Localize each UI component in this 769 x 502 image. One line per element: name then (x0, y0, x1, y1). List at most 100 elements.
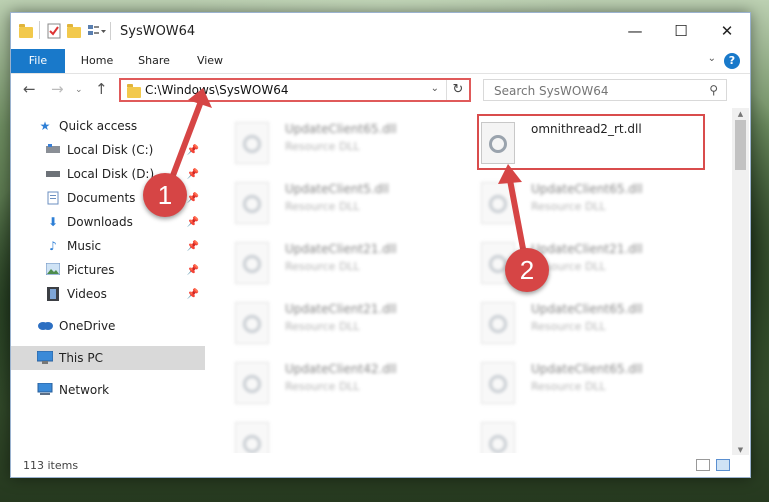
dll-file-icon (481, 182, 515, 224)
address-bar[interactable]: C:\Windows\SysWOW64 ⌄ ↻ (119, 78, 471, 102)
file-name: UpdateClient65.dll (531, 182, 643, 196)
computer-icon (36, 350, 54, 365)
tab-file[interactable]: File (11, 49, 65, 73)
file-name: UpdateClient65.dll (531, 362, 643, 376)
file-type: Resource DLL (531, 380, 606, 393)
sidebar-item-local-disk-c[interactable]: Local Disk (C:) 📌 (11, 138, 205, 162)
file-type: Resource DLL (285, 320, 360, 333)
up-button[interactable]: ↑ (95, 80, 108, 98)
tab-home[interactable]: Home (73, 49, 121, 73)
list-item[interactable]: UpdateClient65.dll Resource DLL (469, 356, 689, 414)
network-icon (37, 382, 53, 397)
search-input[interactable] (492, 83, 696, 99)
callout-badge-1: 1 (143, 173, 187, 217)
file-list: UpdateClient65.dll Resource DLL omnithre… (215, 108, 722, 453)
ribbon-tabs: File Home Share View ⌄ ? (11, 49, 750, 74)
sidebar-item-label: Quick access (59, 119, 138, 133)
list-item[interactable]: UpdateClient5.dll Resource DLL (223, 176, 443, 234)
scroll-up-icon[interactable]: ▲ (732, 108, 749, 120)
tab-view[interactable]: View (187, 49, 233, 73)
list-item[interactable] (469, 416, 689, 453)
file-name: UpdateClient42.dll (285, 362, 397, 376)
scrollbar-thumb[interactable] (735, 120, 746, 170)
chevron-down-icon[interactable]: ⌄ (708, 53, 716, 64)
file-name: UpdateClient65.dll (531, 302, 643, 316)
title-bar: SysWOW64 — ☐ ✕ (11, 13, 750, 49)
sidebar-item-label: Documents (67, 191, 136, 205)
properties-icon[interactable] (47, 23, 63, 39)
pin-icon[interactable]: 📌 (187, 193, 199, 204)
new-folder-icon[interactable] (67, 23, 83, 39)
back-button[interactable]: ← (23, 80, 36, 98)
title-divider (110, 22, 111, 40)
pin-icon[interactable]: 📌 (187, 169, 199, 180)
search-icon[interactable]: ⚲ (709, 83, 718, 97)
list-item[interactable]: UpdateClient65.dll Resource DLL (469, 176, 689, 234)
pin-icon[interactable]: 📌 (187, 289, 199, 300)
callout-badge-2: 2 (505, 248, 549, 292)
pin-icon[interactable]: 📌 (187, 217, 199, 228)
sidebar-item-this-pc[interactable]: This PC (11, 346, 205, 370)
minimize-button[interactable]: — (612, 13, 658, 49)
file-name: UpdateClient21.dll (285, 302, 397, 316)
sidebar-item-videos[interactable]: Videos 📌 (11, 282, 205, 306)
navigation-pane: ★ Quick access Local Disk (C:) 📌 Local D… (11, 108, 207, 456)
list-item[interactable]: UpdateClient65.dll Resource DLL (223, 116, 443, 174)
search-box[interactable]: ⚲ (483, 79, 727, 101)
file-name: UpdateClient65.dll (285, 122, 397, 136)
file-type: Resource DLL (531, 200, 606, 213)
list-item[interactable]: UpdateClient42.dll Resource DLL (223, 356, 443, 414)
dll-file-icon (235, 302, 269, 344)
dll-file-icon (235, 362, 269, 404)
drive-icon (45, 143, 61, 157)
pictures-icon (45, 262, 61, 277)
list-item[interactable]: UpdateClient21.dll Resource DLL (223, 236, 443, 294)
drive-icon (45, 167, 61, 181)
sidebar-item-onedrive[interactable]: OneDrive (11, 314, 205, 338)
recent-locations-icon[interactable]: ⌄ (75, 85, 83, 95)
dll-file-icon (235, 242, 269, 284)
dll-file-icon (235, 122, 269, 164)
forward-button[interactable]: → (51, 80, 64, 98)
file-type: Resource DLL (285, 140, 360, 153)
pin-icon[interactable]: 📌 (187, 145, 199, 156)
sidebar-item-quick-access[interactable]: ★ Quick access (11, 114, 205, 138)
large-icons-view-icon[interactable] (716, 459, 730, 471)
details-view-icon[interactable] (696, 459, 710, 471)
sidebar-item-label: Local Disk (D:) (67, 167, 155, 181)
file-type: Resource DLL (285, 200, 360, 213)
list-item[interactable]: UpdateClient21.dll Resource DLL (469, 236, 689, 294)
status-bar: 113 items (11, 455, 750, 477)
navigation-bar: ← → ⌄ ↑ C:\Windows\SysWOW64 ⌄ ↻ ⚲ (11, 74, 750, 106)
item-count: 113 items (23, 459, 79, 472)
file-name: UpdateClient21.dll (531, 242, 643, 256)
list-item[interactable]: UpdateClient65.dll Resource DLL (469, 296, 689, 354)
address-path[interactable]: C:\Windows\SysWOW64 (145, 83, 289, 97)
sidebar-item-label: Pictures (67, 263, 115, 277)
pin-icon[interactable]: 📌 (187, 265, 199, 276)
music-icon: ♪ (49, 239, 57, 253)
sidebar-item-music[interactable]: ♪ Music 📌 (11, 234, 205, 258)
tab-share[interactable]: Share (129, 49, 179, 73)
sidebar-item-network[interactable]: Network (11, 378, 205, 402)
file-name: UpdateClient5.dll (285, 182, 389, 196)
chevron-down-icon[interactable]: ⌄ (431, 83, 439, 94)
folder-icon (19, 23, 35, 39)
customize-toolbar-icon[interactable] (87, 23, 106, 39)
toolbar-divider (39, 21, 40, 39)
list-item[interactable]: UpdateClient21.dll Resource DLL (223, 296, 443, 354)
dll-file-icon (481, 422, 515, 453)
vertical-scrollbar[interactable]: ▲ ▼ (732, 108, 749, 456)
dll-file-icon (481, 362, 515, 404)
close-button[interactable]: ✕ (704, 13, 750, 49)
sidebar-item-pictures[interactable]: Pictures 📌 (11, 258, 205, 282)
help-button[interactable]: ? (724, 53, 740, 69)
maximize-button[interactable]: ☐ (658, 13, 704, 49)
sidebar-item-label: Videos (67, 287, 107, 301)
file-explorer-window: SysWOW64 — ☐ ✕ File Home Share View ⌄ ? … (10, 12, 751, 478)
list-item[interactable] (223, 416, 443, 453)
window-title: SysWOW64 (120, 24, 196, 39)
refresh-icon[interactable]: ↻ (446, 80, 469, 100)
sidebar-item-label: Local Disk (C:) (67, 143, 154, 157)
pin-icon[interactable]: 📌 (187, 241, 199, 252)
